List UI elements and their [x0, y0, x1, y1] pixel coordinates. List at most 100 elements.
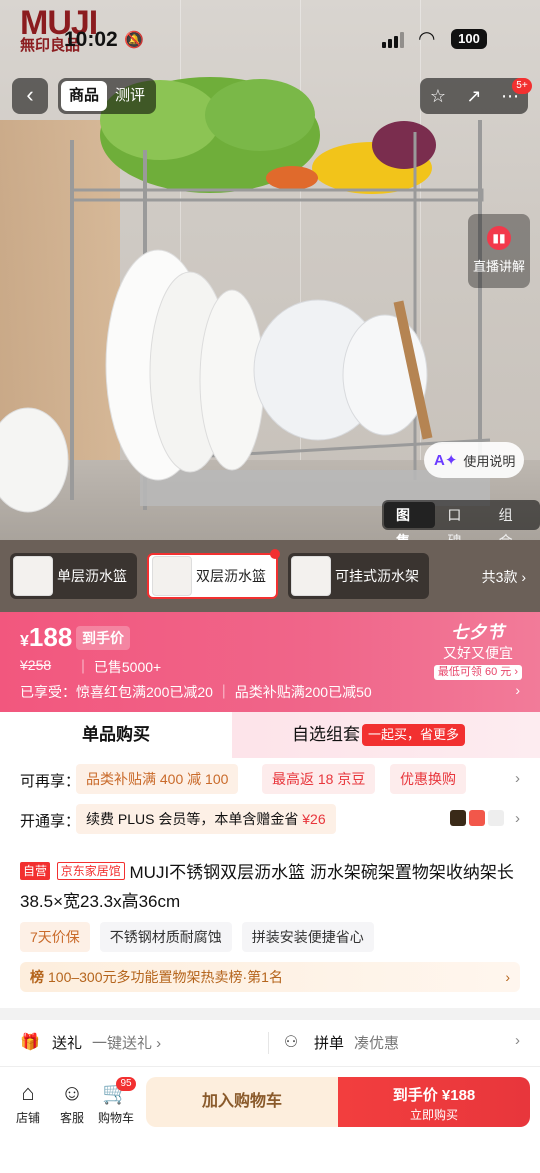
rank-text: 100–300元多功能置物架热卖榜·第1名	[48, 969, 283, 985]
media-tab-combo[interactable]: 组合	[487, 502, 538, 540]
gift-entry[interactable]: 🎁 送礼 一键送礼 ›	[20, 1032, 161, 1053]
purchase-mode-tabs: 自选组套 单品购买 一起买，省更多	[0, 712, 540, 758]
card-icon	[469, 810, 485, 826]
section-divider	[0, 1008, 540, 1020]
original-price: ¥258	[20, 657, 52, 673]
store-tag: 京东家居馆	[56, 862, 125, 880]
variant-label: 双层沥水篮	[196, 568, 266, 584]
gift-desc: 一键送礼 ›	[92, 1035, 162, 1052]
chat-face-icon: ☺	[60, 1080, 84, 1105]
group-buy-label: 拼单	[314, 1035, 345, 1052]
chevron-right-icon: ›	[505, 969, 510, 985]
price-tag: 到手价	[76, 626, 130, 650]
live-explain-label: 直播讲解	[472, 259, 525, 274]
selected-dot	[270, 549, 280, 559]
tab-single-buy[interactable]: 单品购买	[0, 712, 232, 758]
rank-icon: 榜	[30, 969, 44, 985]
plus-icons	[450, 810, 504, 826]
price-value: 188	[28, 622, 73, 652]
highlight-price-protect[interactable]: 7天价保	[20, 922, 90, 952]
media-tabs: 图集 口碑 组合	[382, 500, 540, 540]
variant-thumbnail	[291, 556, 331, 596]
buy-now-button[interactable]: 到手价 ¥188 立即购买	[338, 1077, 530, 1127]
highlight-material: 不锈钢材质耐腐蚀	[99, 922, 232, 952]
service-row: 🎁 送礼 一键送礼 › ⚇ 拼单 凑优惠 ›	[0, 1020, 540, 1066]
sold-count-text: 已售5000+	[93, 659, 162, 675]
chevron-right-icon[interactable]: ›	[515, 682, 520, 698]
cart-label: 购物车	[97, 1111, 134, 1125]
usage-guide-label: 使用说明	[463, 453, 516, 469]
favorite-star-icon[interactable]: ☆	[423, 86, 453, 107]
group-buy-desc: 凑优惠	[354, 1035, 400, 1052]
cart-count-badge: 95	[116, 1077, 136, 1091]
benefits-label: 可再享：	[20, 773, 81, 790]
price-currency: ¥	[20, 633, 29, 650]
combo-badge: 一起买，省更多	[362, 724, 466, 746]
gift-label: 送礼	[52, 1035, 83, 1052]
highlight-install: 拼装安装便捷省心	[241, 922, 374, 952]
festival-title: 七夕节	[450, 623, 505, 642]
variant-option-single[interactable]: 单层沥水篮	[10, 553, 137, 599]
benefit-chip-exchange[interactable]: 优惠换购	[390, 764, 466, 794]
crown-icon	[450, 810, 466, 826]
product-highlights: 7天价保 不锈钢材质耐腐蚀 拼装安装便捷省心	[20, 922, 374, 952]
festival-subtitle: 又好又便宜	[442, 645, 513, 661]
self-operated-tag: 自营	[20, 862, 51, 880]
add-user-icon: ⚇	[283, 1033, 299, 1051]
variant-thumbnail	[152, 556, 192, 596]
ranking-banner[interactable]: 榜 100–300元多功能置物架热卖榜·第1名 ›	[20, 962, 520, 992]
signal-icon	[382, 32, 408, 48]
ai-sparkle-icon: A✦	[434, 452, 458, 469]
tab-review[interactable]: 测评	[107, 81, 153, 111]
gift-icon: 🎁	[20, 1033, 40, 1051]
tab-product[interactable]: 商品	[61, 81, 108, 111]
applied-discounts[interactable]: 已享受：惊喜红包满200已减20 ｜ 品类补贴满200已减50	[20, 682, 372, 702]
customer-service-button[interactable]: ☺ 客服	[50, 1079, 94, 1126]
product-page: MUJI 無印良品 10:02 🔕 ◠ 100 ‹ 商品 测评 ☆ ↗ ⋯ 5+…	[0, 0, 540, 1173]
usage-guide-button[interactable]: A✦ 使用说明	[424, 442, 524, 478]
store-label: 店铺	[15, 1111, 40, 1125]
variant-thumbnail	[13, 556, 53, 596]
share-icon[interactable]: ↗	[459, 86, 489, 107]
status-time: 10:02	[64, 28, 118, 51]
back-button[interactable]: ‹	[12, 78, 48, 114]
product-info: 自营 京东家居馆 MUJI不锈钢双层沥水篮 沥水架碗架置物架收纳架长38.5×宽…	[0, 852, 540, 1008]
variant-option-double[interactable]: 双层沥水篮	[147, 549, 280, 599]
live-explain-button[interactable]: ▮▮ 直播讲解	[468, 214, 530, 288]
variant-label: 单层沥水篮	[57, 568, 127, 584]
extra-benefits-row[interactable]: 可再享： 品类补贴满 400 减 100 最高返 18 京豆 优惠换购 ›	[0, 760, 540, 800]
service-label: 客服	[59, 1111, 84, 1125]
festival-coupon: 最低可领 60 元 ›	[433, 665, 522, 680]
product-title[interactable]: 自营 京东家居馆 MUJI不锈钢双层沥水篮 沥水架碗架置物架收纳架长38.5×宽…	[20, 858, 520, 916]
mute-bell-icon: 🔕	[124, 32, 144, 49]
media-tab-reviews[interactable]: 口碑	[435, 502, 486, 540]
message-badge: 5+	[512, 78, 532, 94]
status-bar: 10:02 🔕 ◠ 100	[0, 24, 540, 56]
variant-option-hanging[interactable]: 可挂式沥水架	[288, 553, 429, 599]
plus-chip[interactable]: 续费 PLUS 会员等，本单含赠金省 ¥26	[76, 804, 336, 834]
chevron-right-icon[interactable]: ›	[515, 1032, 520, 1049]
battery-indicator: 100	[451, 29, 487, 49]
store-icon: ⌂	[21, 1080, 35, 1105]
festival-promo[interactable]: 七夕节 又好又便宜 最低可领 60 元 ›	[433, 618, 522, 680]
benefit-chip-jingdou[interactable]: 最高返 18 京豆	[262, 764, 376, 794]
chevron-right-icon[interactable]: ›	[515, 810, 520, 827]
store-button[interactable]: ⌂ 店铺	[6, 1079, 50, 1126]
chevron-right-icon[interactable]: ›	[515, 770, 520, 787]
product-image[interactable]: MUJI 無印良品 10:02 🔕 ◠ 100 ‹ 商品 测评 ☆ ↗ ⋯ 5+…	[0, 0, 540, 540]
group-buy-entry[interactable]: ⚇ 拼单 凑优惠	[282, 1032, 399, 1053]
final-price: ¥188	[20, 622, 72, 653]
add-to-cart-button[interactable]: 加入购物车	[146, 1077, 338, 1127]
variant-count-link[interactable]: 共3款 ›	[482, 567, 526, 587]
price-banner: ¥188 到手价 ¥258 ｜ 已售5000+ 已享受：惊喜红包满200已减20…	[0, 612, 540, 712]
media-tab-gallery[interactable]: 图集	[384, 502, 436, 540]
buy-action-label: 立即购买	[409, 1108, 458, 1122]
plus-membership-row[interactable]: 开通享： 续费 PLUS 会员等，本单含赠金省 ¥26 ›	[0, 800, 540, 840]
page-tabs: 商品 测评	[58, 78, 157, 114]
variant-selector: 单层沥水篮 双层沥水篮 可挂式沥水架 共3款 ›	[0, 540, 540, 612]
plus-text: 续费 PLUS 会员等，本单含赠金省	[86, 811, 299, 827]
benefit-chip-subsidy[interactable]: 品类补贴满 400 减 100	[76, 764, 239, 794]
buy-price: 到手价 ¥188	[392, 1087, 476, 1104]
plus-amount: ¥26	[302, 811, 326, 827]
bottom-action-bar: ⌂ 店铺 ☺ 客服 🛒 购物车 95 加入购物车 到手价 ¥188 立即购买	[0, 1066, 540, 1173]
